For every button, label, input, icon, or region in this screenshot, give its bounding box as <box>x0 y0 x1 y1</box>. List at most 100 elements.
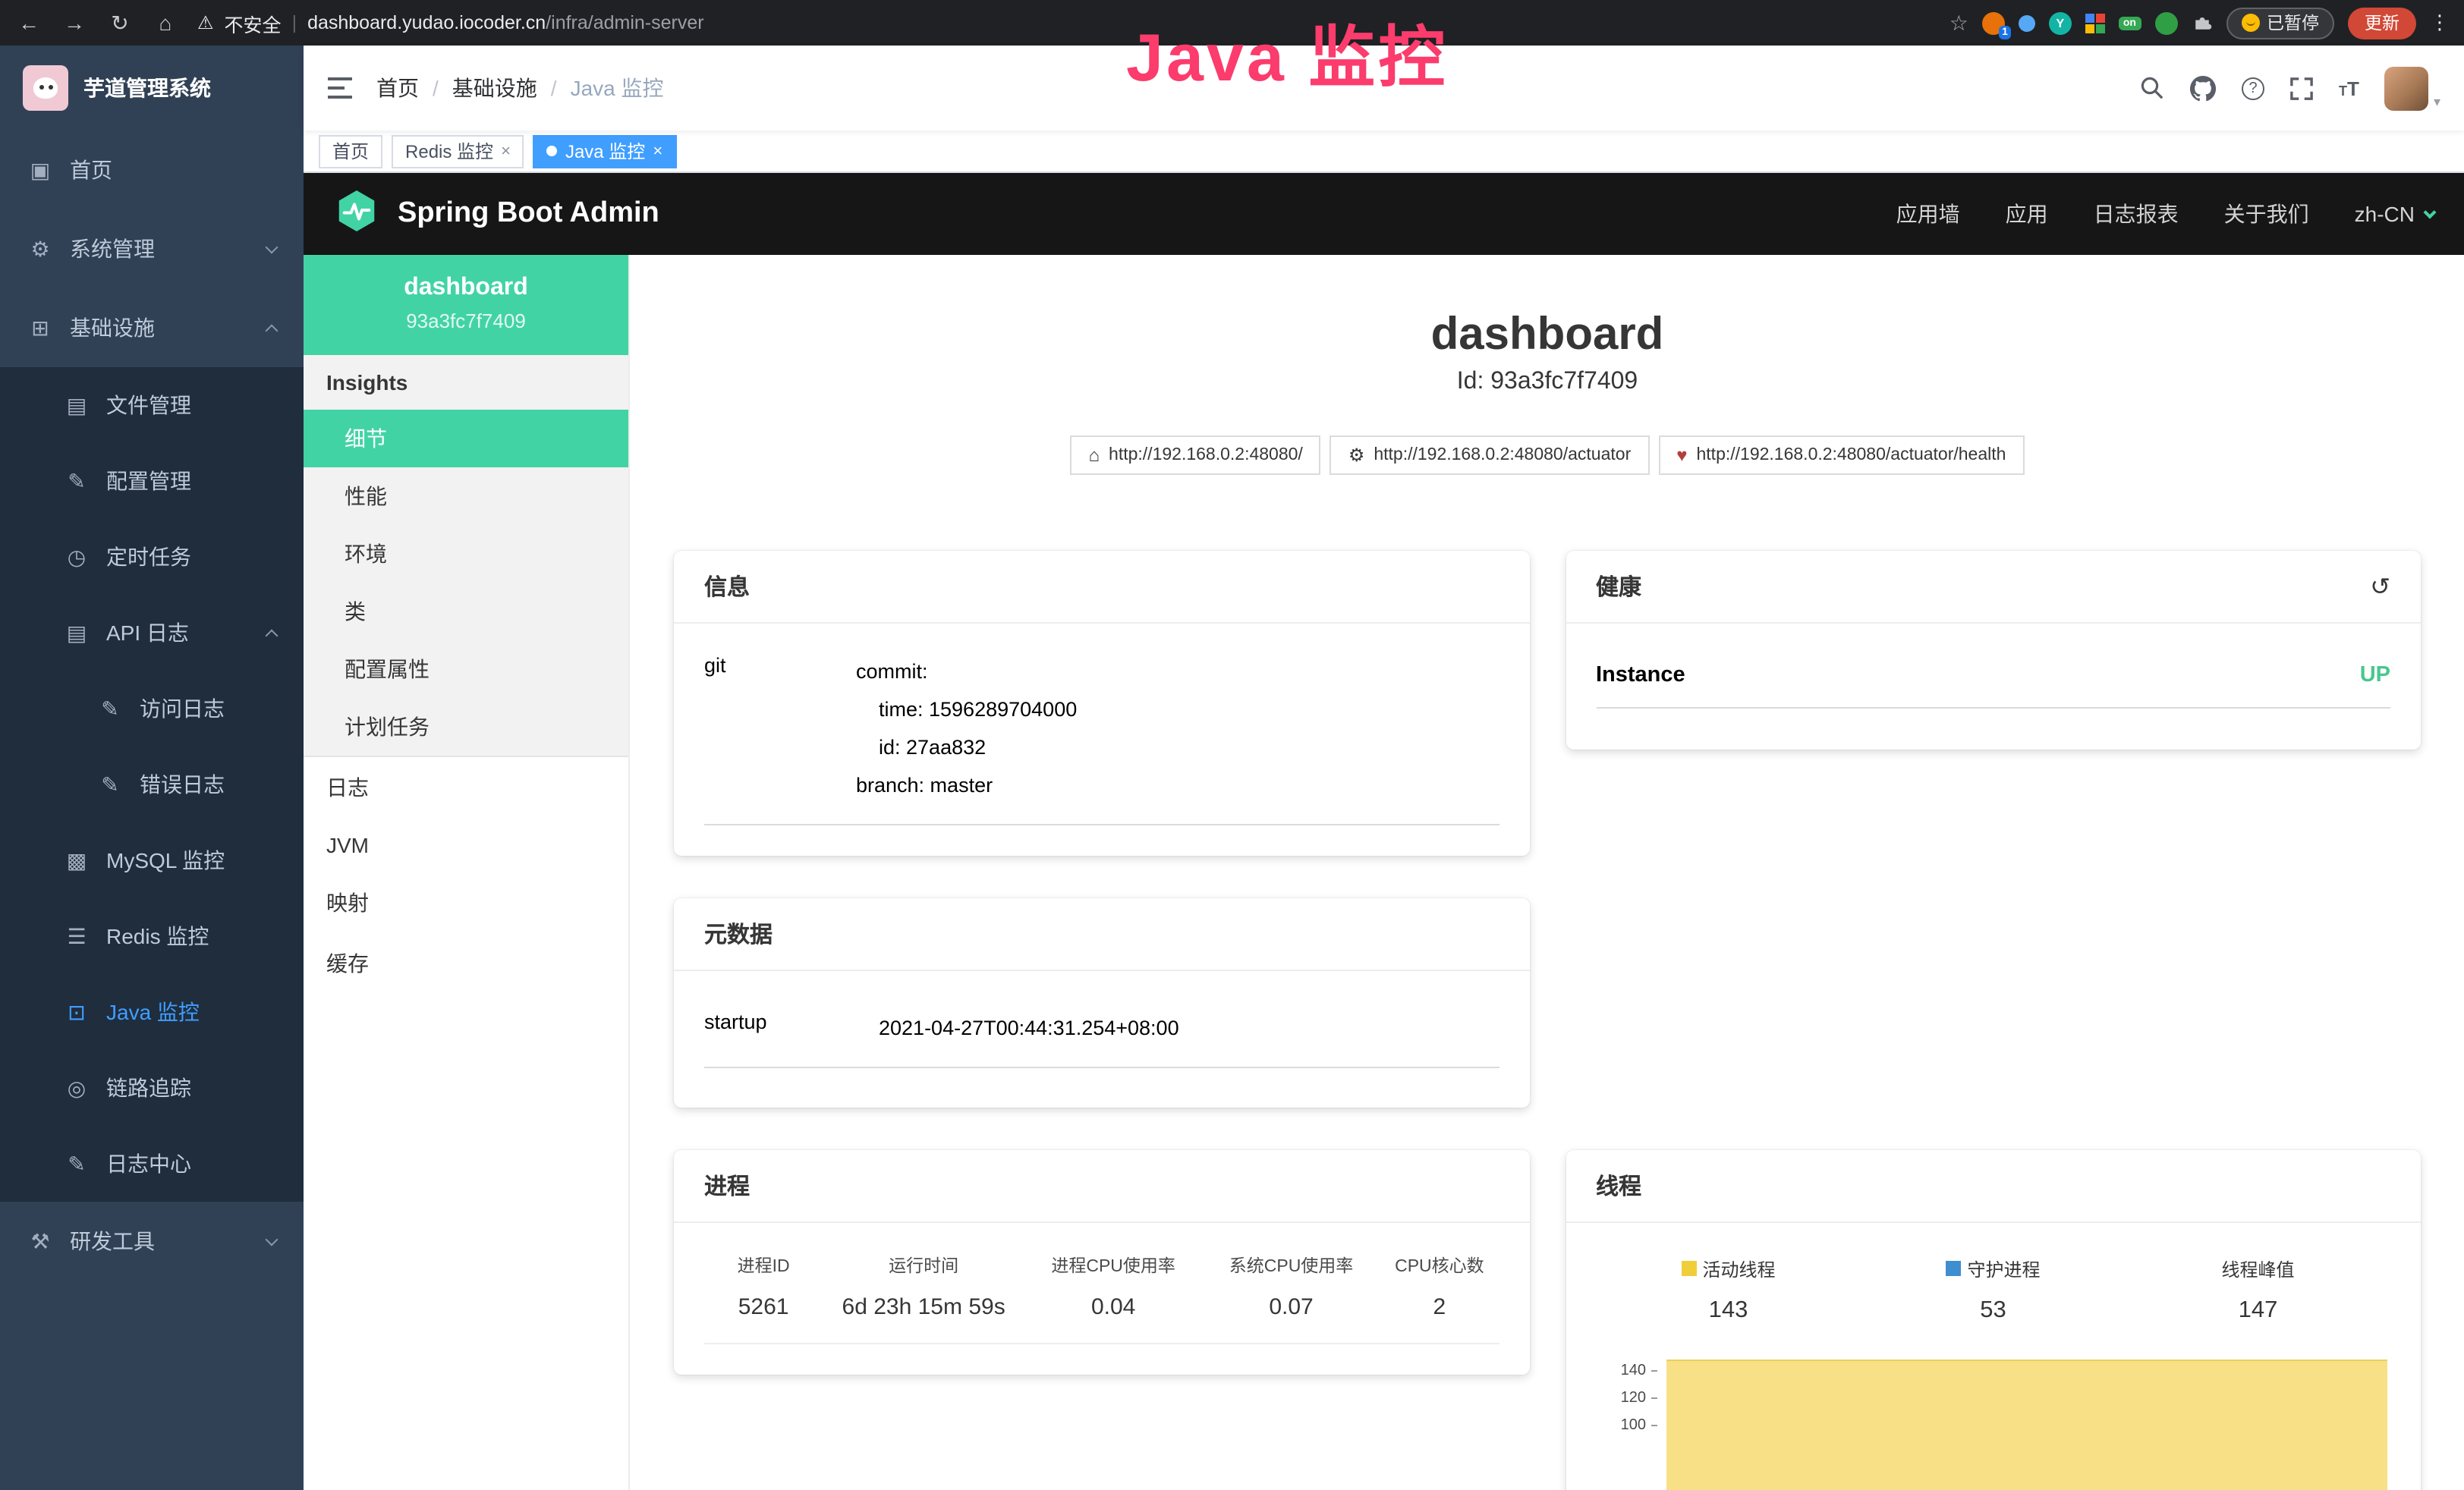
sidebar-item-home[interactable]: ▣ 首页 <box>0 130 304 209</box>
sidebar-item-system-management[interactable]: ⚙ 系统管理 <box>0 209 304 288</box>
tab-java-monitor[interactable]: Java 监控 × <box>533 134 676 168</box>
sba-instance-header[interactable]: dashboard 93a3fc7f7409 <box>304 255 628 355</box>
back-icon[interactable]: ← <box>15 11 42 35</box>
sidebar-item-file-management[interactable]: ▤ 文件管理 <box>0 367 304 443</box>
sba-nav-journal[interactable]: 日志报表 <box>2094 199 2179 229</box>
profile-avatar-icon <box>2241 14 2259 32</box>
update-button[interactable]: 更新 <box>2348 7 2416 39</box>
sba-item-performance[interactable]: 性能 <box>304 467 628 525</box>
breadcrumb-infrastructure[interactable]: 基础设施 <box>452 73 537 103</box>
sba-nav-applications[interactable]: 应用 <box>2006 199 2048 229</box>
extension-icon-6[interactable] <box>2154 11 2177 34</box>
sba-nav-about[interactable]: 关于我们 <box>2224 199 2309 229</box>
admin-sidebar: 芋道管理系统 ▣ 首页 ⚙ 系统管理 ⊞ 基础设施 ▤ 文件管理 ✎ 配置管理 <box>0 46 304 1490</box>
info-card: 信息 git commit: time: 1596289704000 id: 2… <box>674 551 1529 856</box>
refresh-icon[interactable]: ↻ <box>106 10 134 36</box>
sidebar-item-log-center[interactable]: ✎ 日志中心 <box>0 1126 304 1202</box>
breadcrumb-home[interactable]: 首页 <box>376 73 419 103</box>
redis-icon: ☰ <box>64 923 90 949</box>
sidebar-toggle-icon[interactable] <box>328 77 352 99</box>
sidebar-item-java-monitor[interactable]: ⊡ Java 监控 <box>0 974 304 1050</box>
timer-icon: ◷ <box>64 544 90 570</box>
heartbeat-icon: ♥ <box>1676 445 1687 466</box>
app-logo[interactable]: 芋道管理系统 <box>0 46 304 130</box>
extension-icon-1[interactable]: 1 <box>1982 11 2005 34</box>
browser-chrome: ← → ↻ ⌂ ⚠ 不安全 | dashboard.yudao.iocoder.… <box>0 0 2464 46</box>
log-doc-icon: ✎ <box>97 696 123 721</box>
sidebar-item-error-logs[interactable]: ✎ 错误日志 <box>0 747 304 822</box>
tab-home[interactable]: 首页 <box>319 134 382 168</box>
tab-redis-monitor[interactable]: Redis 监控 × <box>392 134 524 168</box>
home-icon: ⌂ <box>1089 445 1100 466</box>
mysql-icon: ▩ <box>64 847 90 873</box>
security-label: 不安全 <box>225 8 282 37</box>
browser-menu-icon[interactable]: ⋮ <box>2430 11 2450 35</box>
sba-item-classes[interactable]: 类 <box>304 583 628 640</box>
process-table: 进程ID 5261 运行时间 6d 23h 15m 59s 进程CPU使用率 <box>704 1253 1499 1344</box>
profile-paused-badge[interactable]: 已暂停 <box>2226 7 2334 39</box>
sba-item-config-props[interactable]: 配置属性 <box>304 640 628 698</box>
sidebar-item-access-logs[interactable]: ✎ 访问日志 <box>0 671 304 747</box>
sba-frame: Spring Boot Admin 应用墙 应用 日志报表 关于我们 zh-CN <box>304 173 2464 1490</box>
logo-avatar <box>23 65 68 111</box>
browser-home-icon[interactable]: ⌂ <box>152 11 179 35</box>
sba-nav-wallboard[interactable]: 应用墙 <box>1896 199 1960 229</box>
instance-home-link[interactable]: ⌂ http://192.168.0.2:48080/ <box>1071 435 1321 475</box>
instance-id: Id: 93a3fc7f7409 <box>674 369 2421 396</box>
extension-icon-2[interactable] <box>2019 14 2035 31</box>
threads-chart: 140 120 100 <box>1596 1370 2390 1490</box>
extension-icon-5[interactable]: on <box>2119 16 2141 30</box>
legend-swatch-live <box>1681 1262 1696 1277</box>
legend-swatch-daemon <box>1946 1262 1961 1277</box>
tags-view-bar: 首页 Redis 监控 × Java 监控 × <box>304 130 2464 173</box>
app-frame: 芋道管理系统 ▣ 首页 ⚙ 系统管理 ⊞ 基础设施 ▤ 文件管理 ✎ 配置管理 <box>0 46 2464 1490</box>
close-icon[interactable]: × <box>653 142 662 160</box>
actuator-link[interactable]: ⚙ http://192.168.0.2:48080/actuator <box>1330 435 1649 475</box>
chevron-up-icon <box>266 629 278 642</box>
address-bar[interactable]: ⚠ 不安全 | dashboard.yudao.iocoder.cn/infra… <box>197 8 1931 37</box>
navbar-actions: ? TT ▾ <box>2140 66 2440 110</box>
sidebar-item-api-logs[interactable]: ▤ API 日志 <box>0 595 304 671</box>
metadata-row-startup: startup 2021-04-27T00:44:31.254+08:00 <box>704 1011 1499 1068</box>
user-menu[interactable]: ▾ <box>2385 66 2440 110</box>
process-cpu: 0.04 <box>1024 1294 1202 1320</box>
search-icon[interactable] <box>2140 76 2164 100</box>
metadata-card: 元数据 startup 2021-04-27T00:44:31.254+08:0… <box>674 898 1529 1108</box>
health-card: 健康 ↺ Instance UP <box>1566 551 2421 750</box>
sba-item-mappings[interactable]: 映射 <box>304 872 628 933</box>
extension-icon-3[interactable]: Y <box>2049 11 2072 34</box>
sidebar-item-infrastructure[interactable]: ⊞ 基础设施 <box>0 288 304 367</box>
live-threads-value: 143 <box>1709 1297 1748 1325</box>
health-link[interactable]: ♥ http://192.168.0.2:48080/actuator/heal… <box>1658 435 2024 475</box>
locale-selector[interactable]: zh-CN <box>2355 202 2434 226</box>
sidebar-item-redis-monitor[interactable]: ☰ Redis 监控 <box>0 898 304 974</box>
sidebar-item-scheduled-jobs[interactable]: ◷ 定时任务 <box>0 519 304 595</box>
close-icon[interactable]: × <box>501 142 511 160</box>
sba-sidebar: dashboard 93a3fc7f7409 Insights 细节 性能 环境… <box>304 255 630 1490</box>
sidebar-item-config-management[interactable]: ✎ 配置管理 <box>0 443 304 519</box>
sidebar-item-trace[interactable]: ◎ 链路追踪 <box>0 1050 304 1126</box>
sba-item-scheduled-tasks[interactable]: 计划任务 <box>304 698 628 756</box>
system-cpu: 0.07 <box>1202 1294 1380 1320</box>
sba-item-logs[interactable]: 日志 <box>304 757 628 818</box>
health-status-badge: UP <box>2360 663 2390 687</box>
fullscreen-icon[interactable] <box>2290 77 2313 99</box>
sba-logo-icon <box>334 187 379 240</box>
font-size-icon[interactable]: TT <box>2339 77 2359 99</box>
active-dot <box>547 146 558 156</box>
wrench-icon: ⚙ <box>1348 445 1365 466</box>
forward-icon[interactable]: → <box>61 11 88 35</box>
sba-item-jvm[interactable]: JVM <box>304 818 628 872</box>
help-icon[interactable]: ? <box>2242 77 2264 99</box>
sba-item-environment[interactable]: 环境 <box>304 525 628 583</box>
sba-insights-group: Insights 细节 性能 环境 类 配置属性 计划任务 <box>304 355 628 757</box>
sidebar-item-mysql-monitor[interactable]: ▩ MySQL 监控 <box>0 822 304 898</box>
extension-icon-4[interactable] <box>2085 13 2105 33</box>
bookmark-star-icon[interactable]: ☆ <box>1949 10 1968 36</box>
sba-item-caches[interactable]: 缓存 <box>304 933 628 994</box>
sidebar-item-dev-tools[interactable]: ⚒ 研发工具 <box>0 1202 304 1281</box>
github-icon[interactable] <box>2190 75 2216 101</box>
sba-item-details[interactable]: 细节 <box>304 410 628 467</box>
history-icon[interactable]: ↺ <box>2370 571 2390 602</box>
extensions-puzzle-icon[interactable] <box>2191 12 2212 33</box>
